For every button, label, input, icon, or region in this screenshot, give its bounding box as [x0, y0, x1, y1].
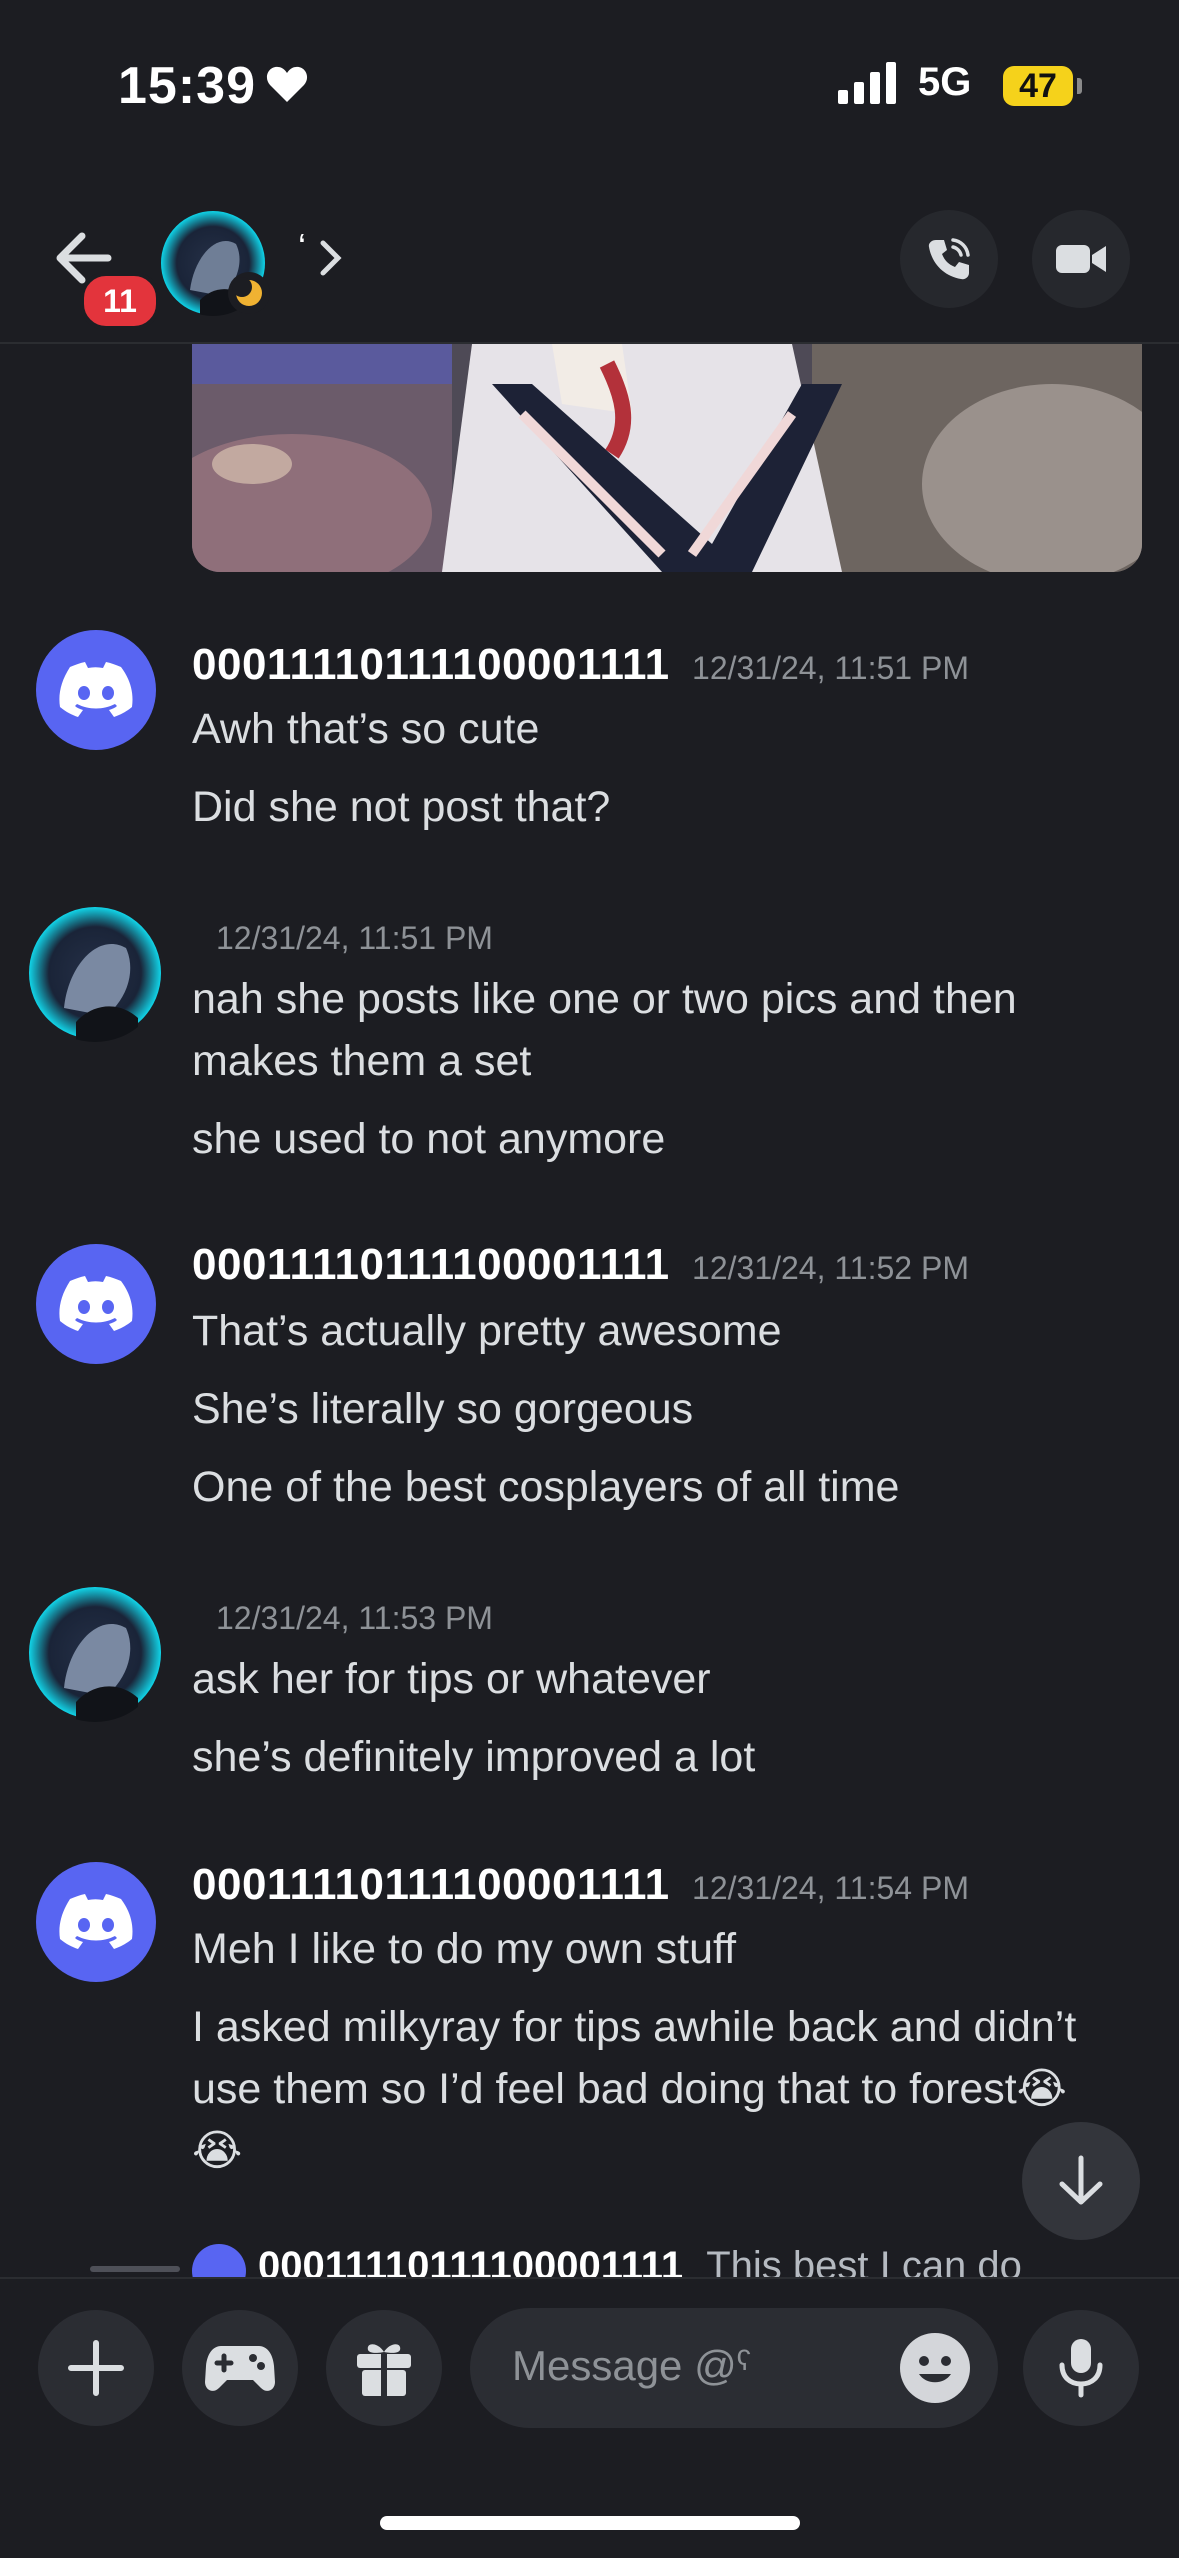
message-line: One of the best cosplayers of all time	[192, 1463, 900, 1511]
chevron-right-icon[interactable]	[318, 238, 344, 278]
jump-to-present-button[interactable]	[1022, 2122, 1140, 2240]
signal-icon	[838, 62, 896, 104]
message-line: use them so I’d feel bad doing that to f…	[192, 2065, 1067, 2113]
battery-tip	[1077, 78, 1082, 94]
unread-badge: 11	[80, 272, 160, 330]
timestamp: 12/31/24, 11:51 PM	[216, 920, 493, 956]
discord-logo-icon	[59, 662, 133, 717]
user-avatar-anime[interactable]	[26, 1584, 164, 1722]
network-type: 5G	[918, 60, 972, 104]
message-line: I asked milkyray for tips awhile back an…	[192, 2003, 1077, 2051]
username[interactable]: 00011110111100001111	[192, 640, 670, 689]
message-header: 00011110111100001111 12/31/24, 11:54 PM	[192, 1860, 969, 1910]
message-header: 00011110111100001111 12/31/24, 11:51 PM	[192, 640, 969, 690]
smiley-icon	[919, 2356, 951, 2383]
plus-icon	[68, 2340, 124, 2396]
username[interactable]: 00011110111100001111	[192, 1860, 670, 1909]
video-camera-icon	[1056, 245, 1106, 273]
username[interactable]: 00011110111100001111	[192, 1240, 670, 1289]
gift-icon	[357, 2344, 411, 2396]
message-header: 00011110111100001111 12/31/24, 11:52 PM	[192, 1240, 969, 1290]
heart-icon	[266, 66, 308, 102]
battery-indicator: 47	[1003, 66, 1073, 106]
message-line: That’s actually pretty awesome	[192, 1307, 782, 1355]
voice-message-button[interactable]	[1023, 2310, 1139, 2426]
timestamp: 12/31/24, 11:54 PM	[692, 1870, 969, 1906]
message-line: Awh that’s so cute	[192, 705, 540, 753]
emoji-button[interactable]	[900, 2333, 970, 2403]
gift-button[interactable]	[326, 2310, 442, 2426]
phone-icon	[928, 238, 970, 280]
timestamp: 12/31/24, 11:53 PM	[216, 1600, 493, 1636]
discord-logo-icon	[59, 1894, 133, 1949]
status-time: 15:39	[118, 57, 256, 115]
message-line: she used to not anymore	[192, 1115, 666, 1163]
message-line: she’s definitely improved a lot	[192, 1733, 756, 1781]
video-call-button[interactable]	[1032, 210, 1130, 308]
discord-logo-icon	[59, 1276, 133, 1331]
timestamp: 12/31/24, 11:52 PM	[692, 1250, 969, 1286]
user-avatar-anime[interactable]	[26, 904, 164, 1042]
arrow-down-icon	[1059, 2155, 1103, 2205]
voice-call-button[interactable]	[900, 210, 998, 308]
contact-name[interactable]: ‘	[298, 226, 306, 268]
message-line: 😭	[192, 2127, 243, 2175]
message-line: makes them a set	[192, 1037, 532, 1085]
activities-button[interactable]	[182, 2310, 298, 2426]
message-input-placeholder: Message @ˤ	[512, 2342, 752, 2389]
gamepad-icon	[205, 2346, 275, 2391]
microphone-icon	[1059, 2339, 1103, 2398]
message-line: Meh I like to do my own stuff	[192, 1925, 737, 1973]
timestamp: 12/31/24, 11:51 PM	[692, 650, 969, 686]
user-avatar-discord[interactable]	[36, 630, 156, 750]
image-attachment[interactable]	[192, 344, 1142, 572]
reply-connector	[90, 2266, 180, 2272]
user-avatar-discord[interactable]	[36, 1244, 156, 1364]
add-attachment-button[interactable]	[38, 2310, 154, 2426]
user-avatar-discord[interactable]	[36, 1862, 156, 1982]
moon-icon	[232, 277, 262, 306]
message-line: She’s literally so gorgeous	[192, 1385, 694, 1433]
status-idle-indicator	[228, 272, 270, 314]
message-line: nah she posts like one or two pics and t…	[192, 975, 1017, 1023]
home-indicator	[380, 2516, 800, 2530]
message-line: ask her for tips or whatever	[192, 1655, 711, 1703]
message-line: Did she not post that?	[192, 783, 611, 831]
